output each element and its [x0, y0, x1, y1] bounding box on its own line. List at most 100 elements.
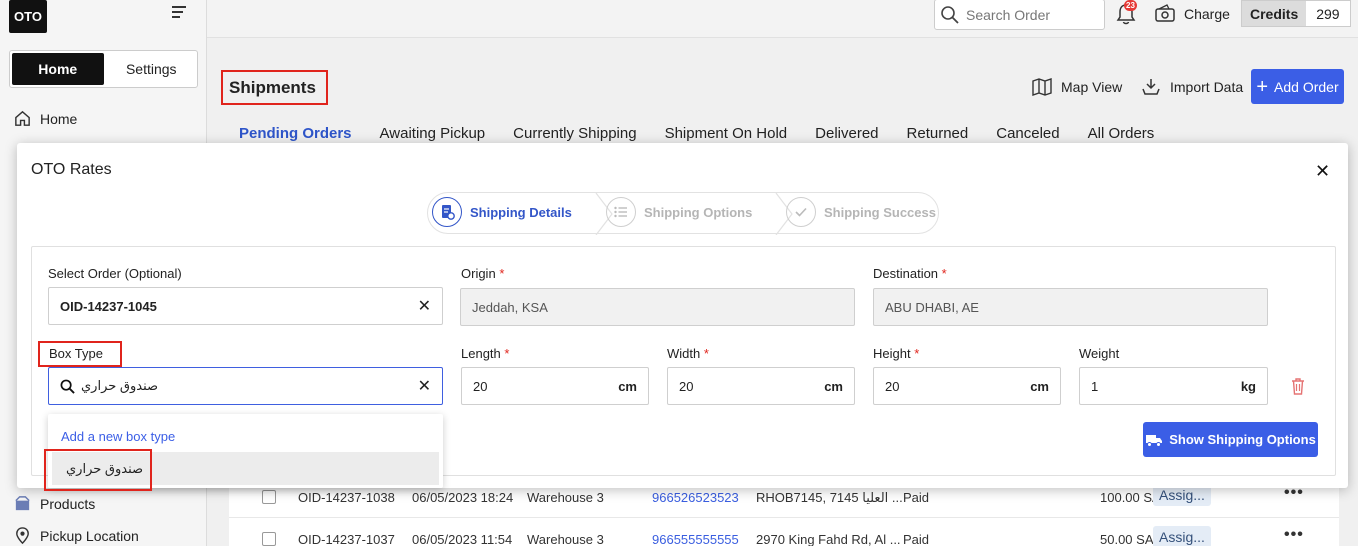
phone-link[interactable]: 966526523523: [652, 490, 739, 505]
select-order-field[interactable]: OID-14237-1045 ✕: [48, 287, 443, 325]
width-value: 20: [679, 378, 694, 394]
credits-label: Credits: [1242, 1, 1307, 26]
oto-logo[interactable]: OTO: [9, 0, 47, 33]
charge-button[interactable]: Charge: [1154, 4, 1230, 24]
document-icon: [432, 197, 462, 227]
assign-button[interactable]: Assig...: [1153, 526, 1211, 546]
width-unit: cm: [824, 378, 843, 394]
warehouse-cell: Warehouse 3: [527, 532, 604, 546]
row-checkbox[interactable]: [262, 532, 276, 546]
step-label: Shipping Details: [470, 204, 572, 220]
weight-unit: kg: [1240, 378, 1256, 394]
shipment-tabs: Pending Orders Awaiting Pickup Currently…: [239, 125, 1154, 142]
sidebar-item-label: Home: [40, 110, 78, 127]
modal-title: OTO Rates: [31, 161, 112, 178]
status-cell: Paid: [903, 490, 930, 505]
import-data-button[interactable]: Import Data: [1140, 70, 1243, 104]
credits-display: Credits 299: [1241, 0, 1351, 27]
search-icon: [60, 379, 75, 394]
height-field[interactable]: 20 cm: [873, 367, 1061, 405]
step-shipping-details[interactable]: Shipping Details: [432, 197, 572, 227]
top-bar: Search Order 23 Charge Credits 299: [207, 0, 1358, 38]
origin-value: Jeddah, KSA: [472, 299, 548, 315]
box-type-label: Box Type: [49, 346, 103, 361]
stepper: Shipping Details Shipping Options Shippi…: [427, 192, 939, 235]
length-field[interactable]: 20 cm: [461, 367, 649, 405]
home-settings-switch: Home Settings: [9, 50, 198, 88]
address-cell: RHOB7145, 7145 العليا ...: [756, 490, 903, 505]
tab-currently-shipping[interactable]: Currently Shipping: [513, 125, 636, 142]
length-value: 20: [473, 378, 488, 394]
check-icon: [786, 197, 816, 227]
date-cell: 06/05/2023 18:24: [412, 490, 514, 505]
height-label: Height *: [873, 346, 920, 361]
truck-icon: [1146, 434, 1163, 447]
list-icon: [606, 197, 636, 227]
destination-value: ABU DHABI, AE: [885, 299, 979, 315]
sidebar-item-products[interactable]: Products: [13, 494, 95, 513]
tab-pending-orders[interactable]: Pending Orders: [239, 125, 352, 142]
tab-returned[interactable]: Returned: [907, 125, 969, 142]
import-data-label: Import Data: [1170, 79, 1244, 95]
search-placeholder: Search Order: [966, 6, 1051, 23]
show-shipping-options-label: Show Shipping Options: [1169, 432, 1316, 447]
sidebar-item-label: Products: [40, 495, 96, 512]
add-order-button[interactable]: + Add Order: [1251, 69, 1344, 104]
menu-toggle-icon[interactable]: [172, 6, 188, 20]
plus-icon: +: [1256, 75, 1269, 98]
home-icon: [15, 110, 30, 126]
sidebar-item-home[interactable]: Home: [13, 109, 77, 128]
tab-awaiting-pickup[interactable]: Awaiting Pickup: [380, 125, 486, 142]
box-type-search-input[interactable]: صندوق حراري ✕: [48, 367, 443, 405]
origin-label: Origin *: [461, 266, 505, 281]
width-field[interactable]: 20 cm: [667, 367, 855, 405]
add-new-box-type-link[interactable]: Add a new box type: [61, 429, 175, 444]
weight-label: Weight: [1079, 346, 1120, 361]
step-shipping-options[interactable]: Shipping Options: [606, 197, 752, 227]
height-value: 20: [885, 378, 900, 394]
destination-field: ABU DHABI, AE: [873, 288, 1268, 326]
map-icon: [1032, 78, 1052, 96]
location-pin-icon: [16, 527, 29, 545]
charge-label: Charge: [1184, 6, 1230, 22]
page-title: Shipments: [221, 70, 328, 105]
clear-icon[interactable]: ✕: [418, 296, 431, 316]
sidebar-item-pickup-location[interactable]: Pickup Location: [13, 526, 139, 545]
destination-label: Destination *: [873, 266, 947, 281]
notification-bell[interactable]: 23: [1115, 0, 1137, 29]
clear-icon[interactable]: ✕: [418, 376, 431, 396]
length-label: Length *: [461, 346, 510, 361]
weight-field[interactable]: 1 kg: [1079, 367, 1268, 405]
wallet-icon: [1155, 4, 1175, 22]
tab-all-orders[interactable]: All Orders: [1088, 125, 1155, 142]
search-input[interactable]: Search Order: [934, 0, 1105, 30]
sidebar-item-label: Pickup Location: [40, 527, 139, 544]
row-checkbox[interactable]: [262, 490, 276, 504]
trash-icon[interactable]: [1290, 377, 1306, 395]
notification-count-badge: 23: [1124, 0, 1137, 11]
width-label: Width *: [667, 346, 709, 361]
select-order-value: OID-14237-1045: [60, 298, 157, 314]
step-label: Shipping Success: [824, 204, 936, 220]
select-order-label: Select Order (Optional): [48, 266, 182, 281]
tab-canceled[interactable]: Canceled: [996, 125, 1059, 142]
step-shipping-success[interactable]: Shipping Success: [786, 197, 936, 227]
weight-value: 1: [1091, 378, 1099, 394]
seg-settings-button[interactable]: Settings: [106, 51, 198, 87]
tab-delivered[interactable]: Delivered: [815, 125, 878, 142]
highlight-box: [44, 449, 152, 491]
order-id-cell: OID-14237-1037: [298, 532, 395, 546]
close-icon[interactable]: ✕: [1315, 161, 1330, 182]
more-options-icon[interactable]: •••: [1284, 526, 1304, 544]
products-icon: [15, 496, 30, 511]
seg-home-button[interactable]: Home: [12, 53, 104, 85]
add-order-label: Add Order: [1274, 78, 1339, 95]
search-icon: [941, 5, 959, 24]
tab-shipment-on-hold[interactable]: Shipment On Hold: [665, 125, 788, 142]
map-view-button[interactable]: Map View: [1031, 70, 1122, 104]
import-icon: [1142, 79, 1160, 95]
origin-field: Jeddah, KSA: [460, 288, 855, 326]
table-row[interactable]: OID-14237-1037 06/05/2023 11:54 Warehous…: [229, 518, 1339, 546]
phone-link[interactable]: 966555555555: [652, 532, 739, 546]
show-shipping-options-button[interactable]: Show Shipping Options: [1143, 422, 1318, 457]
